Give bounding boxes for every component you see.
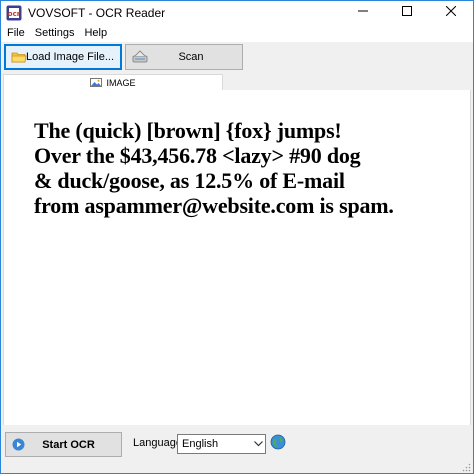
app-logo-icon: ocr bbox=[6, 5, 22, 21]
menu-settings[interactable]: Settings bbox=[29, 27, 79, 39]
close-icon bbox=[445, 5, 457, 19]
tab-strip: IMAGE bbox=[1, 74, 473, 90]
menu-bar: File Settings Help bbox=[1, 24, 473, 42]
chevron-down-icon bbox=[251, 434, 265, 454]
title-bar[interactable]: ocr VOVSOFT - OCR Reader bbox=[1, 1, 473, 24]
ocr-image-line-3: & duck/goose, as 12.5% of E-mail bbox=[34, 168, 345, 193]
play-icon bbox=[12, 438, 25, 451]
folder-icon bbox=[11, 50, 27, 64]
load-image-button[interactable]: Load Image File... bbox=[4, 44, 122, 70]
close-button[interactable] bbox=[429, 1, 473, 24]
window-title: VOVSOFT - OCR Reader bbox=[28, 5, 166, 20]
start-ocr-button[interactable]: Start OCR bbox=[5, 432, 122, 457]
tab-image-label: IMAGE bbox=[106, 77, 136, 88]
image-preview[interactable]: The (quick) [brown] {fox} jumps! Over th… bbox=[3, 90, 471, 425]
ocr-image-line-1: The (quick) [brown] {fox} jumps! bbox=[34, 118, 342, 143]
download-languages-button[interactable] bbox=[269, 434, 286, 453]
scan-button[interactable]: Scan bbox=[125, 44, 243, 70]
toolbar: Load Image File... Scan bbox=[1, 42, 473, 74]
menu-help[interactable]: Help bbox=[78, 27, 111, 39]
language-select[interactable]: English bbox=[177, 434, 266, 454]
minimize-button[interactable] bbox=[341, 1, 385, 24]
image-icon bbox=[90, 78, 103, 87]
app-window: ocr VOVSOFT - OCR Reader File Settings H… bbox=[0, 0, 474, 474]
maximize-icon bbox=[402, 6, 412, 19]
language-value: English bbox=[182, 438, 219, 450]
resize-grip-icon[interactable] bbox=[461, 462, 471, 472]
globe-icon bbox=[270, 434, 286, 453]
ocr-image-line-2: Over the $43,456.78 <lazy> #90 dog bbox=[34, 143, 361, 168]
minimize-icon bbox=[358, 6, 368, 19]
status-bar bbox=[1, 460, 473, 473]
ocr-image-line-4: from aspammer@website.com is spam. bbox=[34, 193, 394, 218]
menu-file[interactable]: File bbox=[1, 27, 29, 39]
scanner-icon bbox=[132, 50, 148, 64]
tab-image[interactable]: IMAGE bbox=[3, 74, 223, 90]
svg-text:ocr: ocr bbox=[8, 10, 21, 18]
maximize-button[interactable] bbox=[385, 1, 429, 24]
